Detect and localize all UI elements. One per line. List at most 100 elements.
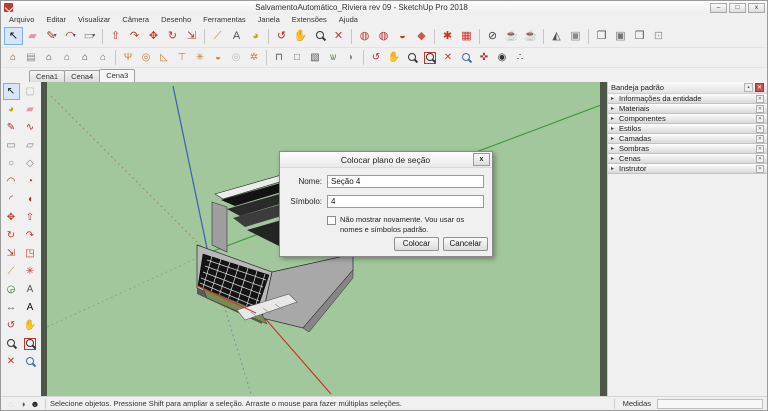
section-close-icon[interactable]: ✕ <box>756 144 764 153</box>
tape-measure-tool-icon[interactable]: ⟋ <box>208 27 227 45</box>
tray-section-materiais[interactable]: ▸ Materiais ✕ <box>608 104 767 114</box>
tray-close-icon[interactable]: ✕ <box>755 83 764 92</box>
cancelar-button[interactable]: Cancelar <box>443 237 488 251</box>
top-view-icon[interactable]: ▤ <box>22 50 40 66</box>
pie-tool-icon[interactable]: ◔ <box>22 173 39 190</box>
rotate-tool-icon[interactable]: ↻ <box>3 227 20 244</box>
display-section-planes-icon[interactable]: ◍ <box>374 27 393 45</box>
select-tool-icon[interactable]: ↖ <box>4 27 23 45</box>
look-around-icon[interactable]: ◉ <box>493 50 511 66</box>
paint-bucket-tool-icon[interactable]: ◕ <box>246 27 265 45</box>
scene-tab-cena1[interactable]: Cena1 <box>29 70 66 82</box>
dialog-title-bar[interactable]: Colocar plano de seção x <box>280 152 492 168</box>
lock-icon[interactable]: ⊡ <box>649 27 668 45</box>
scale-tool-icon[interactable]: ⇲ <box>3 245 20 262</box>
menu-ajuda[interactable]: Ajuda <box>333 15 364 24</box>
claim-credit-icon[interactable]: ◑ <box>17 399 29 409</box>
scene-tab-cena4[interactable]: Cena4 <box>64 70 101 82</box>
line-tool-icon[interactable]: ✎ ▾ <box>42 27 61 45</box>
tray-section-cenas[interactable]: ▸ Cenas ✕ <box>608 154 767 164</box>
arc-tool-icon[interactable]: ◠ ▾ <box>61 27 80 45</box>
section-close-icon[interactable]: ✕ <box>756 164 764 173</box>
add-detail-tool-icon[interactable]: ◒ <box>209 50 227 66</box>
freehand-tool-icon[interactable]: ∿ <box>22 119 39 136</box>
symbol-input[interactable] <box>327 195 484 208</box>
arc-tool-icon[interactable]: ◠ <box>3 173 20 190</box>
box-solid-tool-icon[interactable]: ▧ <box>306 50 324 66</box>
pan-camera-icon[interactable]: ✋ <box>385 50 403 66</box>
textured-style-icon[interactable]: ☕ <box>521 27 540 45</box>
section-close-icon[interactable]: ✕ <box>756 94 764 103</box>
orbit-tool-icon[interactable]: ↺ <box>3 317 20 334</box>
select-tool-icon[interactable]: ↖ <box>2 83 20 100</box>
menu-camera[interactable]: Câmera <box>116 15 155 24</box>
dialog-close-button[interactable]: x <box>473 153 490 166</box>
sandbox-from-contours-icon[interactable]: Ψ <box>119 50 137 66</box>
section-close-icon[interactable]: ✕ <box>756 104 764 113</box>
offset-tool-icon[interactable]: ◳ <box>22 245 39 262</box>
previous-view-icon[interactable] <box>22 353 39 370</box>
geolocation-icon[interactable]: ◌ <box>5 399 17 409</box>
chevron-right-icon[interactable]: ▸ <box>611 135 619 142</box>
orbit-camera-icon[interactable]: ↺ <box>367 50 385 66</box>
move-tool-icon[interactable]: ✥ <box>144 27 163 45</box>
text-tool-icon[interactable]: A <box>227 27 246 45</box>
red-gear-tool-icon[interactable]: ✱ <box>438 27 457 45</box>
eraser-icon[interactable]: ▰ <box>22 101 39 118</box>
circle-tool-icon[interactable]: ○ <box>3 155 20 172</box>
pan-tool-icon[interactable]: ✋ <box>291 27 310 45</box>
menu-visualizar[interactable]: Visualizar <box>72 15 116 24</box>
menu-arquivo[interactable]: Arquivo <box>3 15 40 24</box>
menu-janela[interactable]: Janela <box>252 15 286 24</box>
tray-section-estilos[interactable]: ▸ Estilos ✕ <box>608 124 767 134</box>
back-view-icon[interactable]: ⌂ <box>76 50 94 66</box>
axes-tool-icon[interactable]: ✳ <box>22 263 39 280</box>
zoom-window-icon[interactable] <box>421 50 439 66</box>
protractor-tool-icon[interactable]: ◶ <box>3 281 20 298</box>
previous-view-icon[interactable] <box>457 50 475 66</box>
paint-bucket-icon[interactable]: ◕ <box>3 101 20 118</box>
drape-tool-icon[interactable]: ✳ <box>191 50 209 66</box>
advanced-camera-tool-icon[interactable]: ⊓ <box>270 50 288 66</box>
pin-icon[interactable]: ▪ <box>744 83 753 92</box>
three-point-arc-icon[interactable]: ◖ <box>22 191 39 208</box>
preferences-window-icon[interactable]: ❐ <box>630 27 649 45</box>
position-camera-icon[interactable]: ✜ <box>475 50 493 66</box>
minimize-button[interactable]: – <box>710 2 727 13</box>
chevron-right-icon[interactable]: ▸ <box>611 125 619 132</box>
scene-tab-cena3[interactable]: Cena3 <box>99 69 136 82</box>
tray-section-sombras[interactable]: ▸ Sombras ✕ <box>608 144 767 154</box>
scale-tool-icon[interactable]: ⇲ <box>182 27 201 45</box>
measures-input[interactable] <box>657 398 763 409</box>
menu-extensoes[interactable]: Extensões <box>286 15 333 24</box>
sandbox-from-scratch-icon[interactable]: ◎ <box>137 50 155 66</box>
rotated-rectangle-icon[interactable]: ▱ <box>22 137 39 154</box>
followme-tool-icon[interactable]: ↷ <box>22 227 39 244</box>
chevron-right-icon[interactable]: ▸ <box>611 115 619 122</box>
rotate-tool-icon[interactable]: ↻ <box>163 27 182 45</box>
left-view-icon[interactable]: ⌂ <box>94 50 112 66</box>
chevron-right-icon[interactable]: ▸ <box>611 155 619 162</box>
zoom-extents-tool-icon[interactable]: ✕ <box>329 27 348 45</box>
section-close-icon[interactable]: ✕ <box>756 134 764 143</box>
tray-section-instrutor[interactable]: ▸ Instrutor ✕ <box>608 164 767 174</box>
section-plane-tool-icon[interactable]: ◍ <box>355 27 374 45</box>
chevron-down-icon[interactable]: ▾ <box>54 33 57 39</box>
pushpull-tool-icon[interactable]: ⇧ <box>22 209 39 226</box>
zoom-extents-icon[interactable]: ✕ <box>3 353 20 370</box>
move-tool-icon[interactable]: ✥ <box>3 209 20 226</box>
sandbox-extra-tool-icon[interactable]: ✲ <box>245 50 263 66</box>
tape-measure-icon[interactable]: ⟋ <box>3 263 20 280</box>
close-button[interactable]: x <box>748 2 765 13</box>
tray-section-componentes[interactable]: ▸ Componentes ✕ <box>608 114 767 124</box>
red-grid-tool-icon[interactable]: ▦ <box>457 27 476 45</box>
3d-text-tool-icon[interactable]: A <box>22 299 39 316</box>
box-wireframe-tool-icon[interactable]: □ <box>288 50 306 66</box>
right-view-icon[interactable]: ⌂ <box>58 50 76 66</box>
shaded-style-icon[interactable]: ☕ <box>502 27 521 45</box>
section-close-icon[interactable]: ✕ <box>756 124 764 133</box>
chevron-right-icon[interactable]: ▸ <box>611 105 619 112</box>
xray-style-icon[interactable]: ⊘ <box>483 27 502 45</box>
zoom-extents-icon[interactable]: ✕ <box>439 50 457 66</box>
display-section-cuts-icon[interactable]: ◒ <box>393 27 412 45</box>
